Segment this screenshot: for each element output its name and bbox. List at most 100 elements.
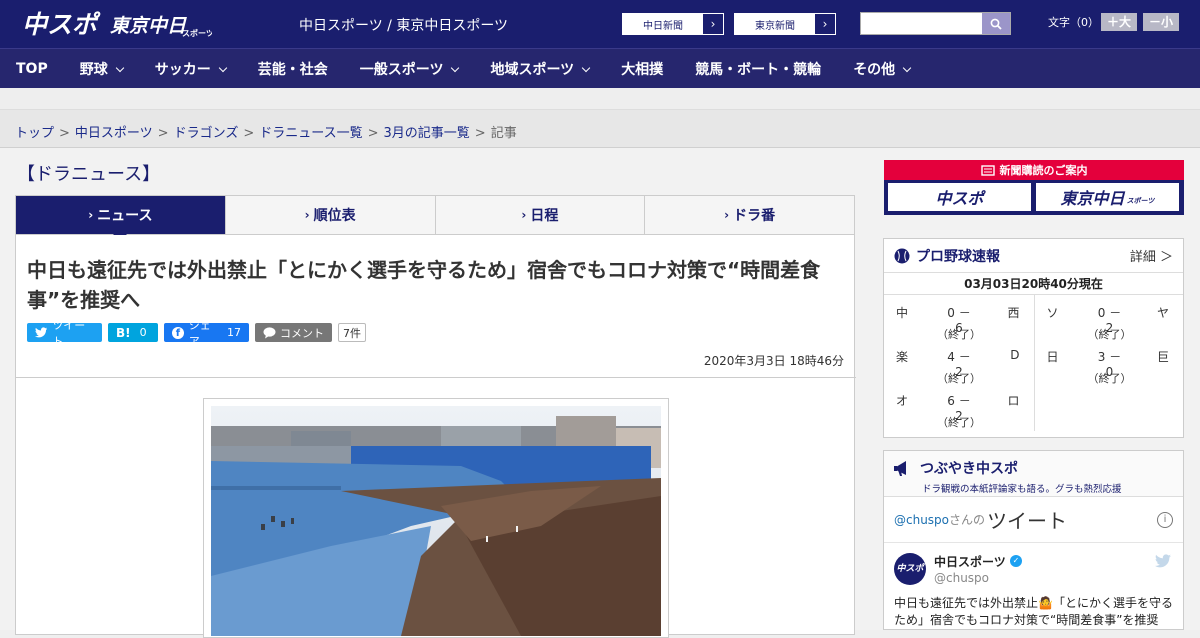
subscription-banner[interactable]: 新聞購読のご案内 中スポ 東京中日 スポーツ [884, 160, 1184, 215]
header-spacer [0, 88, 1200, 110]
tokyo-chunichi-subscribe-logo-text: 東京中日 [1060, 189, 1125, 208]
chuspo-logo[interactable]: 中スポ 東京中日 スポーツ [22, 7, 212, 41]
twitter-bird-icon[interactable] [1155, 553, 1171, 569]
hatena-icon: B! [116, 325, 131, 340]
main-nav-list: TOP 野球 サッカー 芸能・社会 一般スポーツ 地域スポーツ 大相撲 競馬・ボート・競輪 その… [0, 49, 1200, 89]
scores-column-left: 中0 － 6 西（終了）楽 4 － 2 D （終了）オ 6 － 2 ロ（終了） [884, 295, 1034, 431]
score-status: （終了） [937, 416, 981, 429]
nav-item-4[interactable]: 一般スポーツ [344, 59, 475, 79]
twitter-timeline-label: ツイート [987, 509, 1068, 533]
comment-label: コメント [280, 326, 324, 340]
facebook-share-button[interactable]: f シェア 17 [164, 319, 249, 348]
tab-standings[interactable]: › 順位表 [226, 196, 436, 234]
tab-news[interactable]: › ニュース [16, 196, 226, 241]
font-size-decrease-button[interactable]: －小 [1143, 13, 1179, 31]
chevron-right-icon: › [88, 208, 94, 222]
font-size-increase-button[interactable]: ＋大 [1101, 13, 1137, 31]
article-headline: 中日も遠征先では外出禁止「とにかく選手を守るため」宿舎でもコロナ対策で“時間差食… [27, 258, 821, 312]
nav-item-label: 大相撲 [621, 62, 664, 78]
scores-column-right: ソ0 － 2 ヤ（終了）日 3 － 0 巨（終了） [1033, 295, 1184, 431]
nav-item-label: 野球 [79, 62, 108, 78]
score-game[interactable]: 楽4 － 2 D （終了） [884, 343, 1034, 387]
breadcrumb-current: 記事 [490, 126, 517, 141]
nav-item-2[interactable]: サッカー [139, 59, 242, 79]
search-form [860, 12, 1011, 35]
nav-item-3[interactable]: 芸能・社会 [242, 59, 344, 79]
tweet-widget-header: つぶやき中スポ ドラ観戦の本紙評論家も語る。グラも熱烈応援 [884, 451, 1183, 497]
tokyo-chunichi-subscribe-logo: 東京中日 スポーツ [1036, 183, 1179, 211]
subscription-banner-title: 新聞購読のご案内 [999, 164, 1088, 177]
scores-timestamp: 03月03日20時40分現在 [884, 273, 1183, 295]
comment-bubble-icon [263, 326, 276, 338]
tab-standings-label: 順位表 [313, 208, 356, 224]
breadcrumb-link[interactable]: ドラニュース一覧 [259, 126, 362, 141]
breadcrumb-link[interactable]: 中日スポーツ [75, 126, 153, 141]
tweet-author-handle[interactable]: @chuspo [934, 571, 989, 585]
hatena-bookmark-button[interactable]: B! 0 [108, 323, 158, 342]
breadcrumb-link[interactable]: トップ [15, 126, 54, 141]
chuspo-subscribe-logo: 中スポ [888, 183, 1031, 211]
font-size-label: 文字（0） [1048, 16, 1099, 29]
comment-button[interactable]: コメント [255, 323, 332, 342]
score-game[interactable]: ソ0 － 2 ヤ（終了） [1035, 299, 1184, 343]
comment-count: 7件 [338, 323, 366, 342]
chunichi-shimbun-link[interactable]: 中日新聞 › [622, 13, 724, 35]
twitter-handle-link[interactable]: @chuspo [894, 513, 949, 527]
nav-item-0[interactable]: TOP [0, 61, 64, 77]
breadcrumb-separator: > [367, 126, 379, 141]
score-game[interactable]: 中0 － 6 西（終了） [884, 299, 1034, 343]
nav-item-8[interactable]: その他 [837, 59, 926, 79]
twitter-bird-icon [35, 327, 48, 338]
facebook-share-label: シェア [188, 318, 211, 348]
breadcrumb-link[interactable]: ドラゴンズ [174, 126, 239, 141]
search-input[interactable] [861, 13, 981, 34]
breadcrumb-link[interactable]: 3月の記事一覧 [384, 126, 470, 141]
top-bar: 中スポ 東京中日 スポーツ 中日スポーツ / 東京中日スポーツ 中日新聞 › 東… [0, 0, 1200, 48]
section-title: 【ドラニュース】 [17, 164, 161, 185]
nav-item-5[interactable]: 地域スポーツ [474, 59, 605, 79]
nav-item-7[interactable]: 競馬・ボート・競輪 [679, 59, 837, 79]
tweet-button[interactable]: ツイート [27, 319, 102, 348]
tokyo-shimbun-link[interactable]: 東京新聞 › [734, 13, 836, 35]
score-game[interactable]: オ6 － 2 ロ（終了） [884, 387, 1034, 431]
score-away-team: ロ [1007, 394, 1020, 408]
main-nav: TOP 野球 サッカー 芸能・社会 一般スポーツ 地域スポーツ 大相撲 競馬・ボート・競輪 その… [0, 48, 1200, 88]
chevron-right-icon: › [703, 14, 723, 34]
score-home-team: ソ [1046, 306, 1059, 320]
tweet-author-name[interactable]: 中日スポーツ [934, 553, 1006, 570]
info-icon[interactable]: i [1157, 511, 1173, 528]
article-photo-frame [203, 398, 669, 638]
baseball-scores-widget: プロ野球速報 詳細 ＞ 03月03日20時40分現在 中0 － 6 西（終了）楽 4… [883, 238, 1184, 438]
score-home-team: オ [896, 394, 909, 408]
search-icon [990, 18, 1002, 30]
score-away-team: 西 [1007, 306, 1020, 320]
score-status: （終了） [937, 372, 981, 385]
tab-dora-ban-label: ドラ番 [733, 208, 776, 224]
tokyo-shimbun-label: 東京新聞 [755, 20, 795, 32]
verified-badge-icon: ✓ [1010, 555, 1022, 567]
chevron-down-icon [218, 63, 227, 72]
tokyo-chunichi-subscribe-logo-small: スポーツ [1126, 197, 1155, 205]
avatar[interactable]: 中スポ [894, 553, 926, 585]
megaphone-icon [894, 461, 906, 476]
nav-item-1[interactable]: 野球 [64, 59, 139, 79]
tweet-widget-subtitle: ドラ観戦の本紙評論家も語る。グラも熱烈応援 [922, 484, 1122, 495]
tweet-item[interactable]: 中スポ 中日スポーツ ✓ @chuspo 中日も遠征先では外出禁止🤷「とにかく選… [884, 543, 1183, 633]
tab-dora-ban[interactable]: › ドラ番 [645, 196, 854, 234]
chunichi-shimbun-label: 中日新聞 [643, 20, 683, 32]
breadcrumb: トップ > 中日スポーツ > ドラゴンズ > ドラニュース一覧 >3月の記事一覧 > 記事 [15, 122, 517, 141]
scores-detail-link[interactable]: 詳細 ＞ [1130, 246, 1173, 265]
nav-item-6[interactable]: 大相撲 [605, 59, 679, 79]
article-photo[interactable] [211, 406, 661, 636]
nav-item-label: 地域スポーツ [490, 62, 575, 78]
score-game[interactable]: 日3 － 0 巨（終了） [1035, 343, 1184, 387]
nav-item-label: その他 [853, 62, 896, 78]
subscription-banner-title-bar: 新聞購読のご案内 [884, 160, 1184, 180]
search-button[interactable] [982, 13, 1010, 34]
nav-item-label: サッカー [154, 62, 211, 78]
tab-news-label: ニュース [97, 208, 153, 224]
score-home-team: 楽 [896, 350, 909, 364]
tab-schedule[interactable]: › 日程 [436, 196, 646, 234]
tweet-widget-title: つぶやき中スポ [920, 461, 1018, 477]
breadcrumb-separator: > [243, 126, 255, 141]
